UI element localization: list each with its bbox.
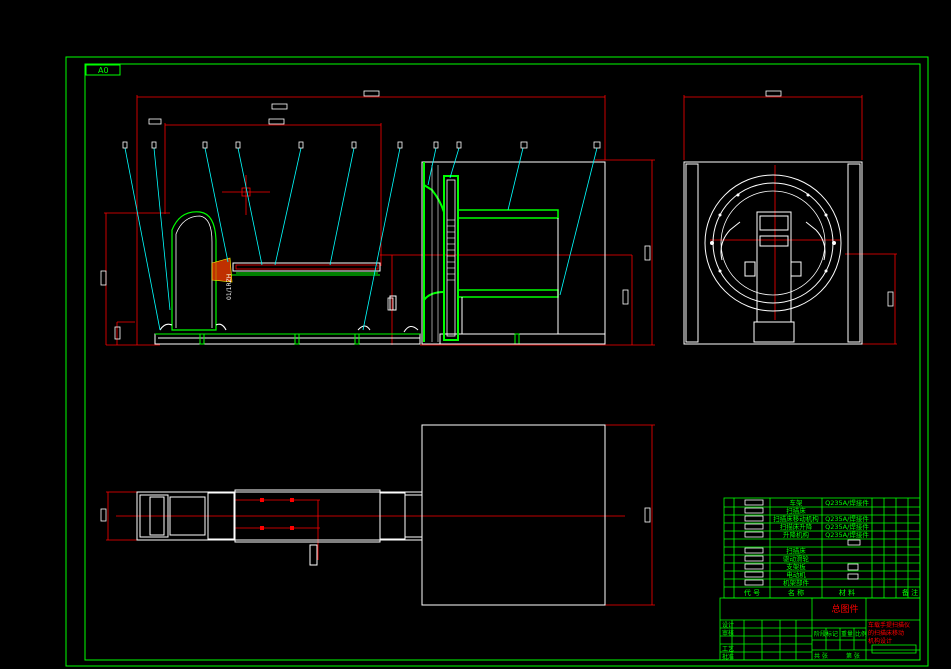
bom-header-note: 备 注: [902, 588, 918, 597]
project-title-line: 机构设计: [868, 637, 892, 645]
bom-header-material: 材 料: [839, 588, 855, 597]
gantry-section: [421, 161, 606, 345]
base-platform: [154, 333, 606, 345]
side-dim-tag-right: [887, 291, 894, 307]
bom-row-name: 升降机构: [783, 530, 810, 539]
part-tags: [122, 141, 601, 149]
label-design: 设计: [722, 621, 734, 629]
bom-row-material: Q235A/焊接件: [825, 522, 869, 531]
bom-row-name: 扫描床: [786, 546, 806, 555]
title-block: 总图件 车载手提扫描仪 的扫描床移动 机构设计 设计 审核 工艺 批准 阶段标记…: [719, 597, 921, 661]
side-dim-tag-top: [765, 90, 782, 97]
bom-row-name: 扫描床升降: [780, 522, 813, 531]
top-view-outline: [136, 424, 606, 606]
bom-row-name: 车架: [790, 498, 804, 507]
label-sheet-of: 第 张: [846, 652, 860, 660]
scan-bed: [226, 262, 381, 276]
bom-row-material: Q235A/焊接件: [825, 514, 869, 523]
cad-drawing-sheet: A0 01/1RZH 车架 Q235A/焊接件 扫描床 扫描床移动机构 Q235…: [65, 56, 929, 667]
bom-row-name: 扫描床移动机构: [773, 514, 819, 523]
gantry-ladder: [447, 219, 455, 281]
part-leader-lines: [124, 147, 598, 331]
bom-row-material: Q235A/焊接件: [825, 530, 869, 539]
front-view: 01/1RZH: [100, 90, 655, 346]
label-weight: 重量: [841, 630, 853, 638]
label-process: 工艺: [722, 645, 734, 653]
bom-table: 车架 Q235A/焊接件 扫描床 扫描床移动机构 Q235A/焊接件 扫描床升降…: [723, 497, 921, 599]
sheet-number-tag: A0: [85, 64, 121, 76]
project-title-line: 车载手提扫描仪: [868, 621, 910, 629]
top-view-markers: [260, 498, 294, 530]
top-dim-tag-left: [100, 508, 107, 522]
bom-header-name: 名 称: [788, 588, 804, 597]
project-title: 车载手提扫描仪 的扫描床移动 机构设计: [868, 621, 910, 645]
label-check: 审核: [722, 629, 734, 637]
bom-header-code: 代 号: [744, 588, 760, 597]
drawing-title: 总图件: [831, 603, 858, 615]
vertical-label: 01/1RZH: [226, 274, 233, 300]
top-view: [100, 424, 655, 606]
top-dim-tag-right: [644, 507, 651, 523]
project-title-line: 的扫描床移动: [868, 629, 904, 637]
side-view: [683, 90, 897, 345]
side-view-outline: [683, 161, 863, 345]
bom-row-name: 机架部件: [783, 578, 810, 587]
base-platform-green: [155, 333, 520, 345]
label-scale: 比例: [855, 630, 867, 638]
title-code-box: [871, 644, 917, 654]
label-stage: 阶段标记: [814, 630, 838, 638]
title-block-grid: [719, 597, 921, 661]
bom-row-name: 驱动滑轮: [783, 554, 810, 563]
sheet-number-text: A0: [98, 66, 109, 75]
bom-row-name: 电动机: [786, 570, 806, 579]
bom-row-material: Q235A/焊接件: [825, 498, 869, 507]
bom-row-name: 扫描床: [786, 506, 806, 515]
label-approve: 批准: [722, 653, 734, 661]
bom-row-name: 支架板: [786, 562, 806, 571]
side-view-bolts: [710, 193, 836, 273]
label-sheet: 共 张: [814, 652, 828, 660]
